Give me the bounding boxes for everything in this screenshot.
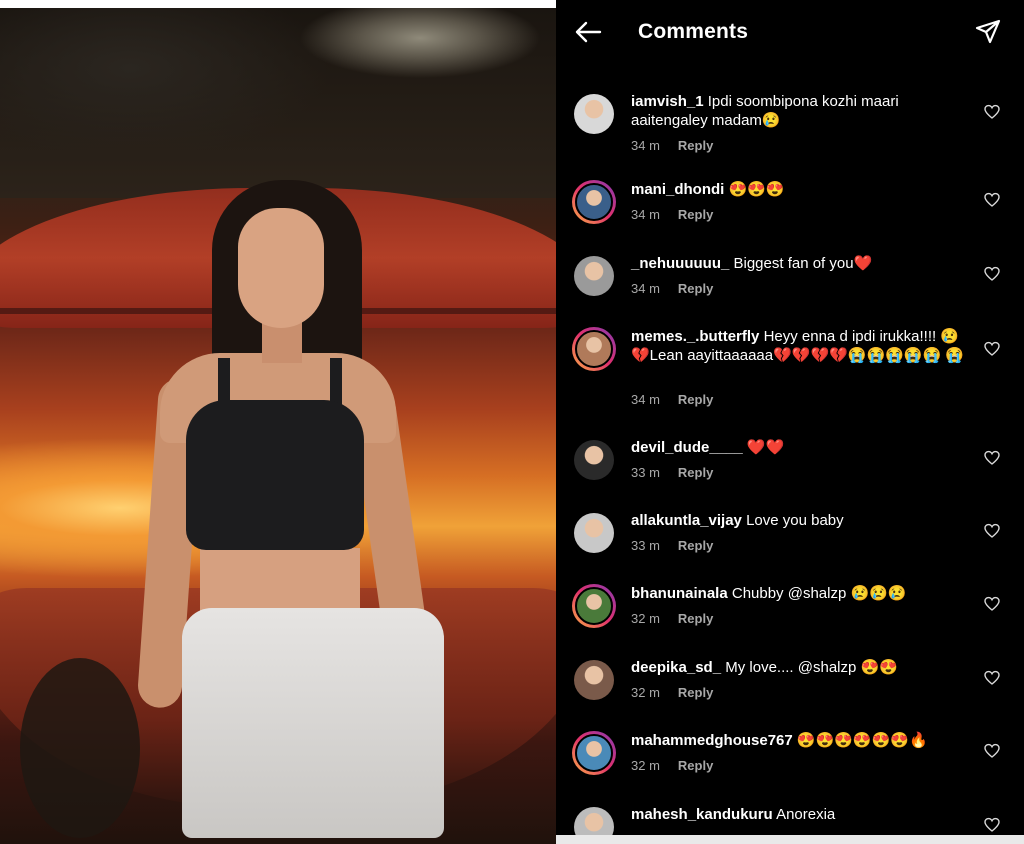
comment-body: bhanunainala Chubby @shalzp 😢😢😢 (631, 584, 976, 603)
avatar-image (575, 330, 613, 368)
reply-button[interactable]: Reply (678, 138, 713, 153)
comment-text: Biggest fan of you❤️ (733, 255, 873, 272)
reply-button[interactable]: Reply (678, 207, 713, 222)
comment-time: 34 m (631, 281, 660, 296)
comment-meta: 33 m Reply (631, 465, 713, 480)
comment-text: Love you baby (746, 512, 844, 529)
reply-button[interactable]: Reply (678, 685, 713, 700)
avatar[interactable] (572, 180, 616, 224)
avatar[interactable] (572, 254, 616, 298)
comment-username[interactable]: _nehuuuuuu_ (631, 255, 729, 272)
comment-body: deepika_sd_ My love.... @shalzp 😍😍 (631, 658, 976, 677)
like-heart-icon[interactable] (984, 743, 1000, 759)
avatar[interactable] (572, 511, 616, 555)
avatar-image (574, 660, 614, 700)
comment-text: 😍😍😍 (728, 181, 785, 198)
like-heart-icon[interactable] (984, 104, 1000, 120)
comment-username[interactable]: deepika_sd_ (631, 659, 721, 676)
like-heart-icon[interactable] (984, 670, 1000, 686)
comment-meta: 32 m Reply (631, 685, 713, 700)
avatar-image (574, 94, 614, 134)
comment-meta: 33 m Reply (631, 538, 713, 553)
comment-username[interactable]: devil_dude____ (631, 439, 743, 456)
comment-text: Chubby @shalzp 😢😢😢 (731, 585, 907, 602)
reply-button[interactable]: Reply (678, 281, 713, 296)
reply-button[interactable]: Reply (678, 538, 713, 553)
comment-body: mahesh_kandukuru Anorexia (631, 805, 976, 824)
comment-time: 32 m (631, 685, 660, 700)
comment-meta: 34 m Reply (631, 392, 713, 407)
comments-panel: Comments iamvish_1 Ipdi soombipona kozhi… (556, 0, 1024, 844)
avatar[interactable] (572, 327, 616, 371)
arrow-left-icon[interactable] (574, 20, 602, 44)
comment-time: 33 m (631, 538, 660, 553)
comment-body: mahammedghouse767 😍😍😍😍😍😍🔥 (631, 731, 976, 750)
comment-time: 32 m (631, 758, 660, 773)
comment-username[interactable]: memes._.butterfly (631, 328, 759, 345)
comment-meta: 34 m Reply (631, 207, 713, 222)
avatar[interactable] (572, 584, 616, 628)
comment-body: allakuntla_vijay Love you baby (631, 511, 976, 530)
comment-body: _nehuuuuuu_ Biggest fan of you❤️ (631, 254, 976, 273)
paper-plane-icon[interactable] (974, 18, 1002, 46)
reply-button[interactable]: Reply (678, 465, 713, 480)
comment-text: My love.... @shalzp 😍😍 (725, 659, 898, 676)
reply-button[interactable]: Reply (678, 392, 713, 407)
like-heart-icon[interactable] (984, 596, 1000, 612)
avatar-image (574, 513, 614, 553)
comment-text: Anorexia (776, 806, 836, 823)
comment-text: 😍😍😍😍😍😍🔥 (796, 732, 928, 749)
comment-username[interactable]: mani_dhondi (631, 181, 724, 198)
comment-time: 32 m (631, 611, 660, 626)
avatar-image (575, 183, 613, 221)
post-photo (0, 8, 556, 844)
comment-username[interactable]: mahesh_kandukuru (631, 806, 773, 823)
comment-meta: 34 m Reply (631, 281, 713, 296)
avatar-image (574, 440, 614, 480)
comment-username[interactable]: allakuntla_vijay (631, 512, 742, 529)
avatar-image (575, 587, 613, 625)
avatar[interactable] (572, 731, 616, 775)
comment-meta: 32 m Reply (631, 611, 713, 626)
comment-body: memes._.butterfly Heyy enna d ipdi irukk… (631, 327, 976, 365)
comment-body: devil_dude____ ❤️❤️ (631, 438, 976, 457)
person-figure (0, 8, 556, 844)
like-heart-icon[interactable] (984, 192, 1000, 208)
comment-body: mani_dhondi 😍😍😍 (631, 180, 976, 199)
avatar-image (574, 256, 614, 296)
avatar[interactable] (572, 438, 616, 482)
comment-username[interactable]: mahammedghouse767 (631, 732, 793, 749)
avatar[interactable] (572, 658, 616, 702)
comment-time: 34 m (631, 138, 660, 153)
avatar[interactable] (572, 92, 616, 136)
comment-body: iamvish_1 Ipdi soombipona kozhi maari aa… (631, 92, 976, 130)
like-heart-icon[interactable] (984, 817, 1000, 833)
comment-username[interactable]: bhanunainala (631, 585, 728, 602)
page-title: Comments (638, 20, 749, 43)
like-heart-icon[interactable] (984, 266, 1000, 282)
comment-meta: 32 m Reply (631, 758, 713, 773)
comment-meta: 34 m Reply (631, 138, 713, 153)
comment-time: 34 m (631, 392, 660, 407)
like-heart-icon[interactable] (984, 341, 1000, 357)
comment-time: 33 m (631, 465, 660, 480)
comment-text: ❤️❤️ (746, 439, 785, 456)
bottom-bar (556, 835, 1024, 844)
comment-username[interactable]: iamvish_1 (631, 93, 704, 110)
like-heart-icon[interactable] (984, 523, 1000, 539)
avatar-image (575, 734, 613, 772)
reply-button[interactable]: Reply (678, 758, 713, 773)
like-heart-icon[interactable] (984, 450, 1000, 466)
reply-button[interactable]: Reply (678, 611, 713, 626)
comment-time: 34 m (631, 207, 660, 222)
comments-header: Comments (556, 0, 1024, 64)
